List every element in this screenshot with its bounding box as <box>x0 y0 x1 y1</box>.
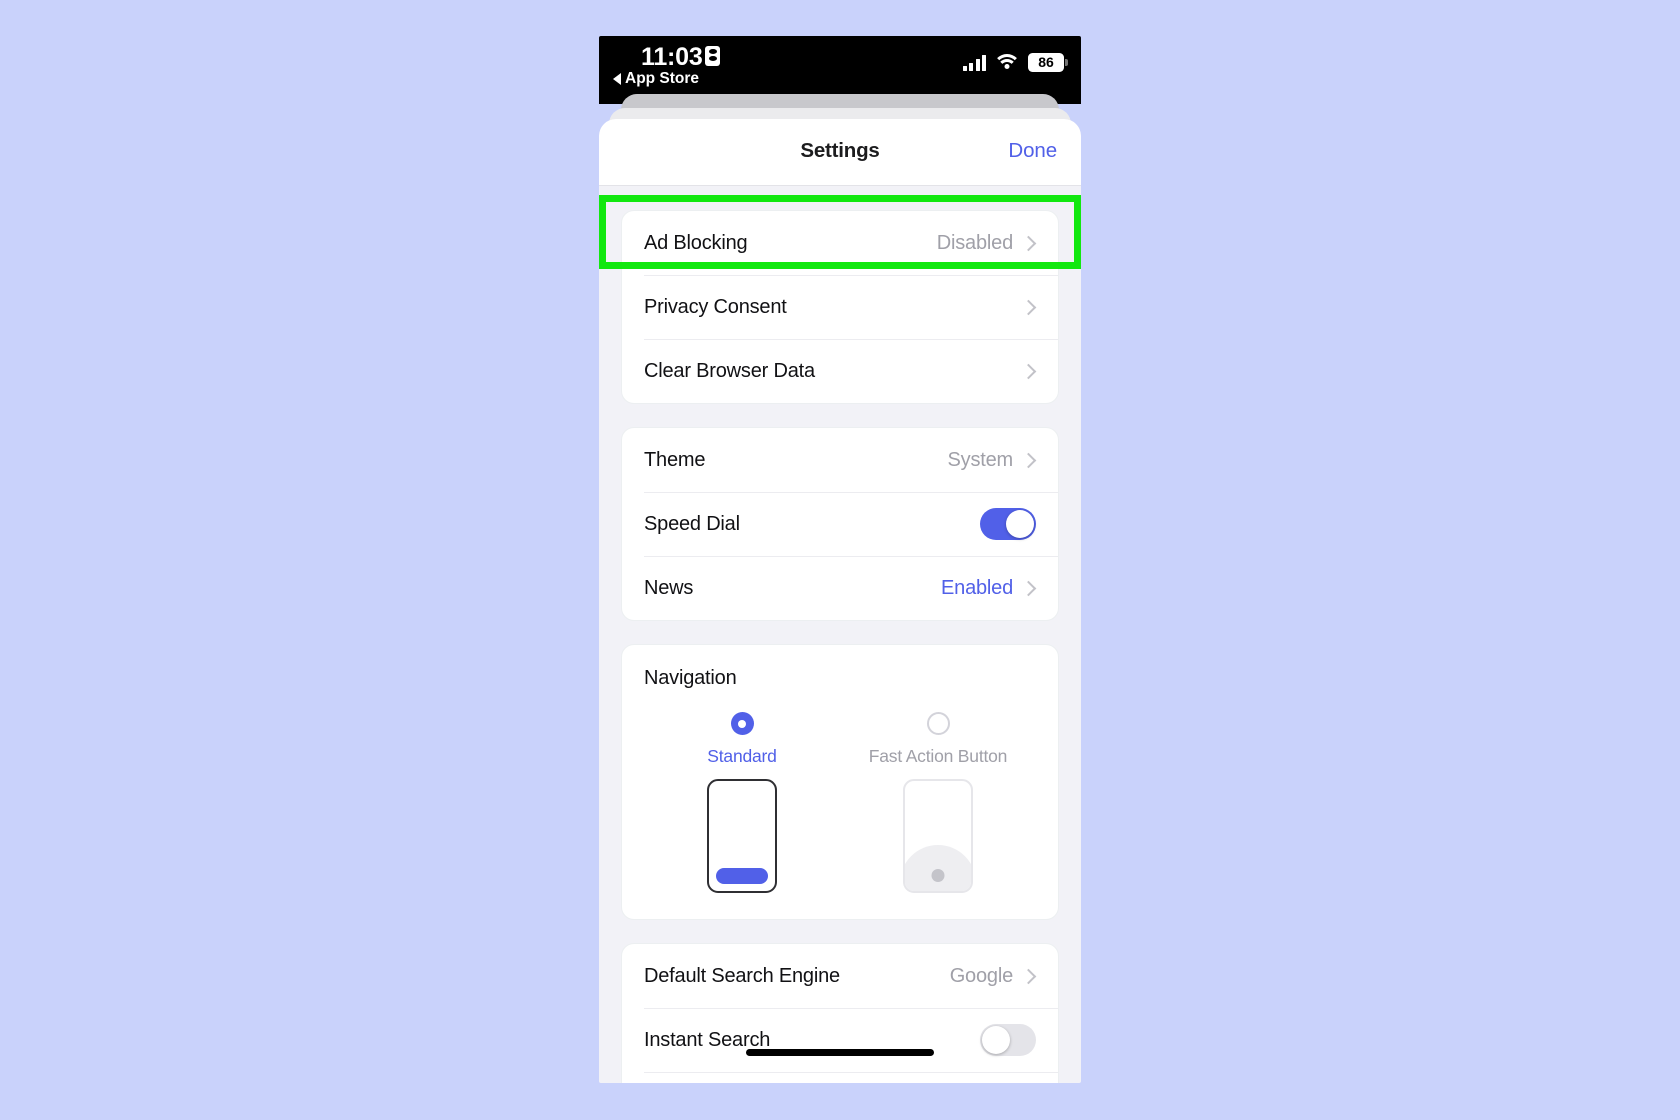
settings-list: Ad Blocking Disabled Privacy Consent Cle… <box>599 210 1081 1083</box>
home-indicator <box>746 1049 934 1056</box>
setting-value: System <box>947 448 1014 471</box>
speed-dial-toggle[interactable] <box>980 508 1036 540</box>
cellular-signal-icon <box>962 54 986 71</box>
wifi-icon <box>993 53 1021 71</box>
chevron-right-icon <box>1020 363 1037 379</box>
settings-sheet: Settings Done Ad Blocking Disabled Priva… <box>599 119 1081 1083</box>
status-bar-time: 11:03 <box>641 43 703 71</box>
battery-icon: 86 <box>1028 52 1068 72</box>
setting-row-trending-searches[interactable]: Trending Searches <box>622 1072 1058 1083</box>
setting-row-ad-blocking[interactable]: Ad Blocking Disabled <box>622 211 1058 275</box>
back-triangle-icon <box>613 73 621 85</box>
radio-selected-icon[interactable] <box>730 712 754 735</box>
setting-row-theme[interactable]: Theme System <box>622 428 1058 492</box>
battery-level: 86 <box>1038 54 1054 70</box>
setting-label: Privacy Consent <box>644 295 787 318</box>
chevron-right-icon <box>1020 452 1037 468</box>
setting-row-speed-dial[interactable]: Speed Dial <box>622 492 1058 556</box>
preview-action-dot <box>931 869 945 882</box>
preview-standard[interactable] <box>707 779 777 893</box>
navigation-title: Navigation <box>644 667 737 689</box>
privacy-group: Ad Blocking Disabled Privacy Consent Cle… <box>621 210 1059 404</box>
sheet-header: Settings Done <box>599 119 1081 186</box>
appearance-group: Theme System Speed Dial News Enabled <box>621 427 1059 621</box>
back-label: App Store <box>625 70 700 87</box>
done-button[interactable]: Done <box>1008 139 1057 163</box>
chevron-right-icon <box>1020 299 1037 315</box>
screen-record-icon <box>705 46 720 66</box>
setting-row-clear-browser-data[interactable]: Clear Browser Data <box>622 339 1058 403</box>
preview-fast-action-button[interactable] <box>903 779 973 893</box>
status-bar-indicators: 86 <box>962 50 1068 74</box>
setting-label: Theme <box>644 448 706 471</box>
preview-bottom-bar <box>716 868 768 884</box>
setting-label: Clear Browser Data <box>644 359 815 382</box>
navigation-options: Standard Fast Action Button <box>644 712 1036 767</box>
setting-label: Speed Dial <box>644 512 740 535</box>
chevron-right-icon <box>1020 580 1037 596</box>
navigation-option-fast-action-button[interactable]: Fast Action Button <box>863 712 1013 767</box>
navigation-option-label: Standard <box>707 746 777 766</box>
setting-value: Enabled <box>941 576 1013 599</box>
radio-unselected-icon[interactable] <box>926 712 950 735</box>
phone-screen: 11:03 App Store 86 Settings Done Ad Bloc… <box>599 36 1081 1083</box>
chevron-right-icon <box>1020 235 1037 251</box>
setting-label: Ad Blocking <box>644 231 748 254</box>
setting-row-instant-search[interactable]: Instant Search <box>622 1008 1058 1072</box>
search-group: Default Search Engine Google Instant Sea… <box>621 943 1059 1083</box>
setting-row-privacy-consent[interactable]: Privacy Consent <box>622 275 1058 339</box>
navigation-group: Navigation Standard Fast Action Button <box>621 644 1059 920</box>
setting-value: Google <box>949 964 1013 987</box>
navigation-previews <box>644 779 1036 893</box>
setting-label: Default Search Engine <box>644 964 840 987</box>
instant-search-toggle[interactable] <box>980 1024 1036 1056</box>
setting-value: Disabled <box>936 231 1013 254</box>
setting-label: News <box>644 576 694 599</box>
setting-row-news[interactable]: News Enabled <box>622 556 1058 620</box>
setting-row-default-search-engine[interactable]: Default Search Engine Google <box>622 944 1058 1008</box>
chevron-right-icon <box>1020 968 1037 984</box>
navigation-option-label: Fast Action Button <box>868 746 1008 766</box>
navigation-option-standard[interactable]: Standard <box>667 712 817 767</box>
back-to-app-store-button[interactable]: App Store <box>613 70 699 88</box>
